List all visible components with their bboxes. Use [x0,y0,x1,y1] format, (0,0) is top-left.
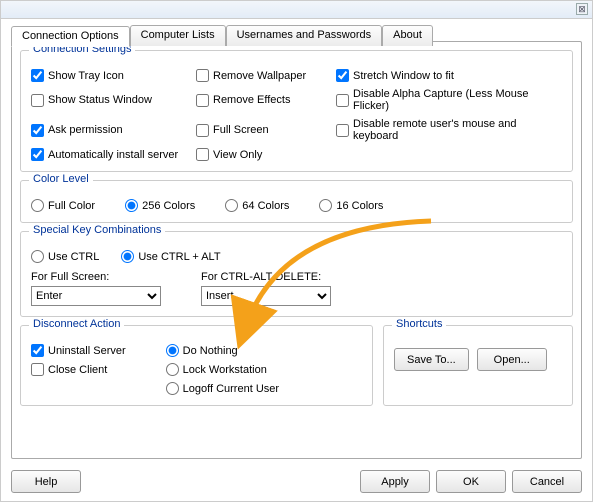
radio-lock-workstation[interactable]: Lock Workstation [166,363,279,376]
group-color-level: Color Level Full Color 256 Colors 64 Col… [20,180,573,223]
combo-cad-key[interactable]: Insert [201,286,331,306]
button-apply[interactable]: Apply [360,470,430,493]
button-save-to[interactable]: Save To... [394,348,469,371]
check-ask-permission[interactable]: Ask permission [31,124,196,137]
combo-full-screen-key[interactable]: Enter [31,286,161,306]
button-ok[interactable]: OK [436,470,506,493]
legend-color-level: Color Level [29,173,93,185]
button-open[interactable]: Open... [477,348,547,371]
group-connection-settings: Connection Settings Show Tray Icon Remov… [20,50,573,172]
check-close-client[interactable]: Close Client [31,363,126,376]
check-full-screen[interactable]: Full Screen [196,124,336,137]
check-uninstall-server[interactable]: Uninstall Server [31,344,126,357]
close-icon[interactable]: ⊠ [576,3,588,15]
radio-use-ctrl-alt[interactable]: Use CTRL + ALT [121,250,220,263]
group-shortcuts: Shortcuts Save To... Open... [383,325,573,406]
radio-256-colors[interactable]: 256 Colors [125,199,195,212]
radio-use-ctrl[interactable]: Use CTRL [31,250,99,263]
radio-64-colors[interactable]: 64 Colors [225,199,289,212]
check-disable-remote-input[interactable]: Disable remote user's mouse and keyboard [336,118,562,142]
button-cancel[interactable]: Cancel [512,470,582,493]
check-disable-alpha[interactable]: Disable Alpha Capture (Less Mouse Flicke… [336,88,562,112]
radio-do-nothing[interactable]: Do Nothing [166,344,279,357]
check-show-tray[interactable]: Show Tray Icon [31,69,196,82]
check-remove-effects[interactable]: Remove Effects [196,94,336,107]
group-disconnect-action: Disconnect Action Uninstall Server Close… [20,325,373,406]
legend-special-keys: Special Key Combinations [29,224,165,236]
title-bar: ⊠ [1,1,592,19]
tab-connection-options[interactable]: Connection Options [11,26,130,47]
check-auto-install[interactable]: Automatically install server [31,148,196,161]
label-for-full-screen: For Full Screen: [31,271,161,283]
button-help[interactable]: Help [11,470,81,493]
tab-usernames-passwords[interactable]: Usernames and Passwords [226,25,383,46]
legend-disconnect: Disconnect Action [29,318,124,330]
radio-16-colors[interactable]: 16 Colors [319,199,383,212]
legend-shortcuts: Shortcuts [392,318,446,330]
check-remove-wallpaper[interactable]: Remove Wallpaper [196,69,336,82]
check-view-only[interactable]: View Only [196,148,336,161]
tab-bar: Connection Options Computer Lists Userna… [11,25,592,46]
radio-logoff-user[interactable]: Logoff Current User [166,382,279,395]
check-stretch-window[interactable]: Stretch Window to fit [336,69,562,82]
dialog-footer: Help Apply OK Cancel [11,470,582,493]
tab-computer-lists[interactable]: Computer Lists [130,25,226,46]
check-show-status[interactable]: Show Status Window [31,94,196,107]
tab-panel: Connection Settings Show Tray Icon Remov… [11,41,582,459]
label-for-ctrl-alt-delete: For CTRL-ALT-DELETE: [201,271,331,283]
group-special-key-combinations: Special Key Combinations Use CTRL Use CT… [20,231,573,317]
radio-full-color[interactable]: Full Color [31,199,95,212]
tab-about[interactable]: About [382,25,433,46]
